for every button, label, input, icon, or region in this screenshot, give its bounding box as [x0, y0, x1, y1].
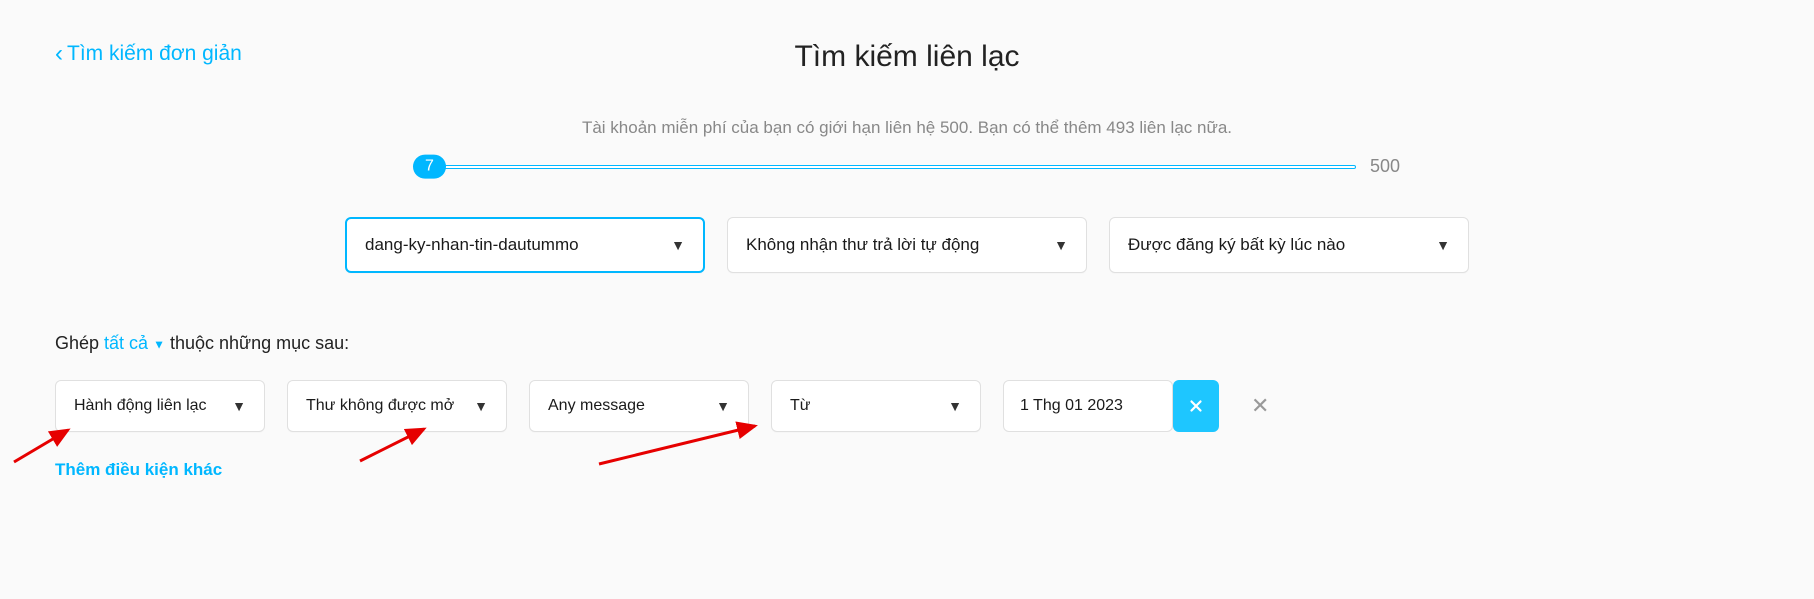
page-title: Tìm kiếm liên lạc: [794, 40, 1019, 74]
filter-field-select[interactable]: Hành động liên lạc ▼: [55, 380, 265, 432]
filter-date-value: 1 Thg 01 2023: [1020, 397, 1123, 415]
progress-max: 500: [1370, 156, 1400, 177]
progress-value: 7: [413, 154, 446, 179]
autoresponder-select[interactable]: Không nhận thư trả lời tự động ▼: [727, 217, 1087, 273]
filter-message-select[interactable]: Any message ▼: [529, 380, 749, 432]
chevron-left-icon: ‹: [55, 40, 63, 68]
remove-row-button[interactable]: ✕: [1251, 393, 1269, 419]
filter-message-value: Any message: [548, 397, 645, 415]
filter-direction-value: Từ: [790, 397, 810, 415]
registration-form-value: dang-ky-nhan-tin-dautummo: [365, 235, 579, 255]
chevron-down-icon: ▼: [232, 398, 246, 414]
match-suffix: thuộc những mục sau:: [165, 333, 349, 353]
account-limit-text: Tài khoản miễn phí của bạn có giới hạn l…: [55, 118, 1759, 138]
chevron-down-icon: ▼: [948, 398, 962, 414]
match-condition-row: Ghép tất cả ▼ thuộc những mục sau:: [55, 333, 1759, 354]
add-condition-button[interactable]: Thêm điều kiện khác: [55, 460, 1759, 480]
registration-form-select[interactable]: dang-ky-nhan-tin-dautummo ▼: [345, 217, 705, 273]
filter-row: Hành động liên lạc ▼ Thư không được mở ▼…: [55, 380, 1759, 432]
filter-condition-value: Thư không được mở: [306, 397, 454, 415]
chevron-down-icon: ▼: [671, 237, 685, 253]
filter-direction-select[interactable]: Từ ▼: [771, 380, 981, 432]
match-mode-link[interactable]: tất cả ▼: [104, 333, 165, 353]
subscription-time-select[interactable]: Được đăng ký bất kỳ lúc nào ▼: [1109, 217, 1469, 273]
contact-progress: 7 500: [55, 156, 1759, 177]
filter-condition-select[interactable]: Thư không được mở ▼: [287, 380, 507, 432]
filter-field-value: Hành động liên lạc: [74, 397, 207, 415]
match-prefix: Ghép: [55, 333, 104, 353]
close-icon: [1187, 397, 1205, 415]
subscription-time-value: Được đăng ký bất kỳ lúc nào: [1128, 235, 1345, 255]
filter-date-input[interactable]: 1 Thg 01 2023: [1003, 380, 1173, 432]
chevron-down-icon: ▼: [1436, 237, 1450, 253]
chevron-down-icon: ▼: [716, 398, 730, 414]
autoresponder-value: Không nhận thư trả lời tự động: [746, 235, 979, 255]
progress-bar: 7: [414, 165, 1356, 169]
chevron-down-icon: ▼: [474, 398, 488, 414]
chevron-down-icon: ▼: [153, 337, 165, 351]
simple-search-label: Tìm kiếm đơn giản: [67, 42, 242, 66]
clear-date-button[interactable]: [1173, 380, 1219, 432]
chevron-down-icon: ▼: [1054, 237, 1068, 253]
simple-search-link[interactable]: ‹ Tìm kiếm đơn giản: [55, 40, 242, 68]
